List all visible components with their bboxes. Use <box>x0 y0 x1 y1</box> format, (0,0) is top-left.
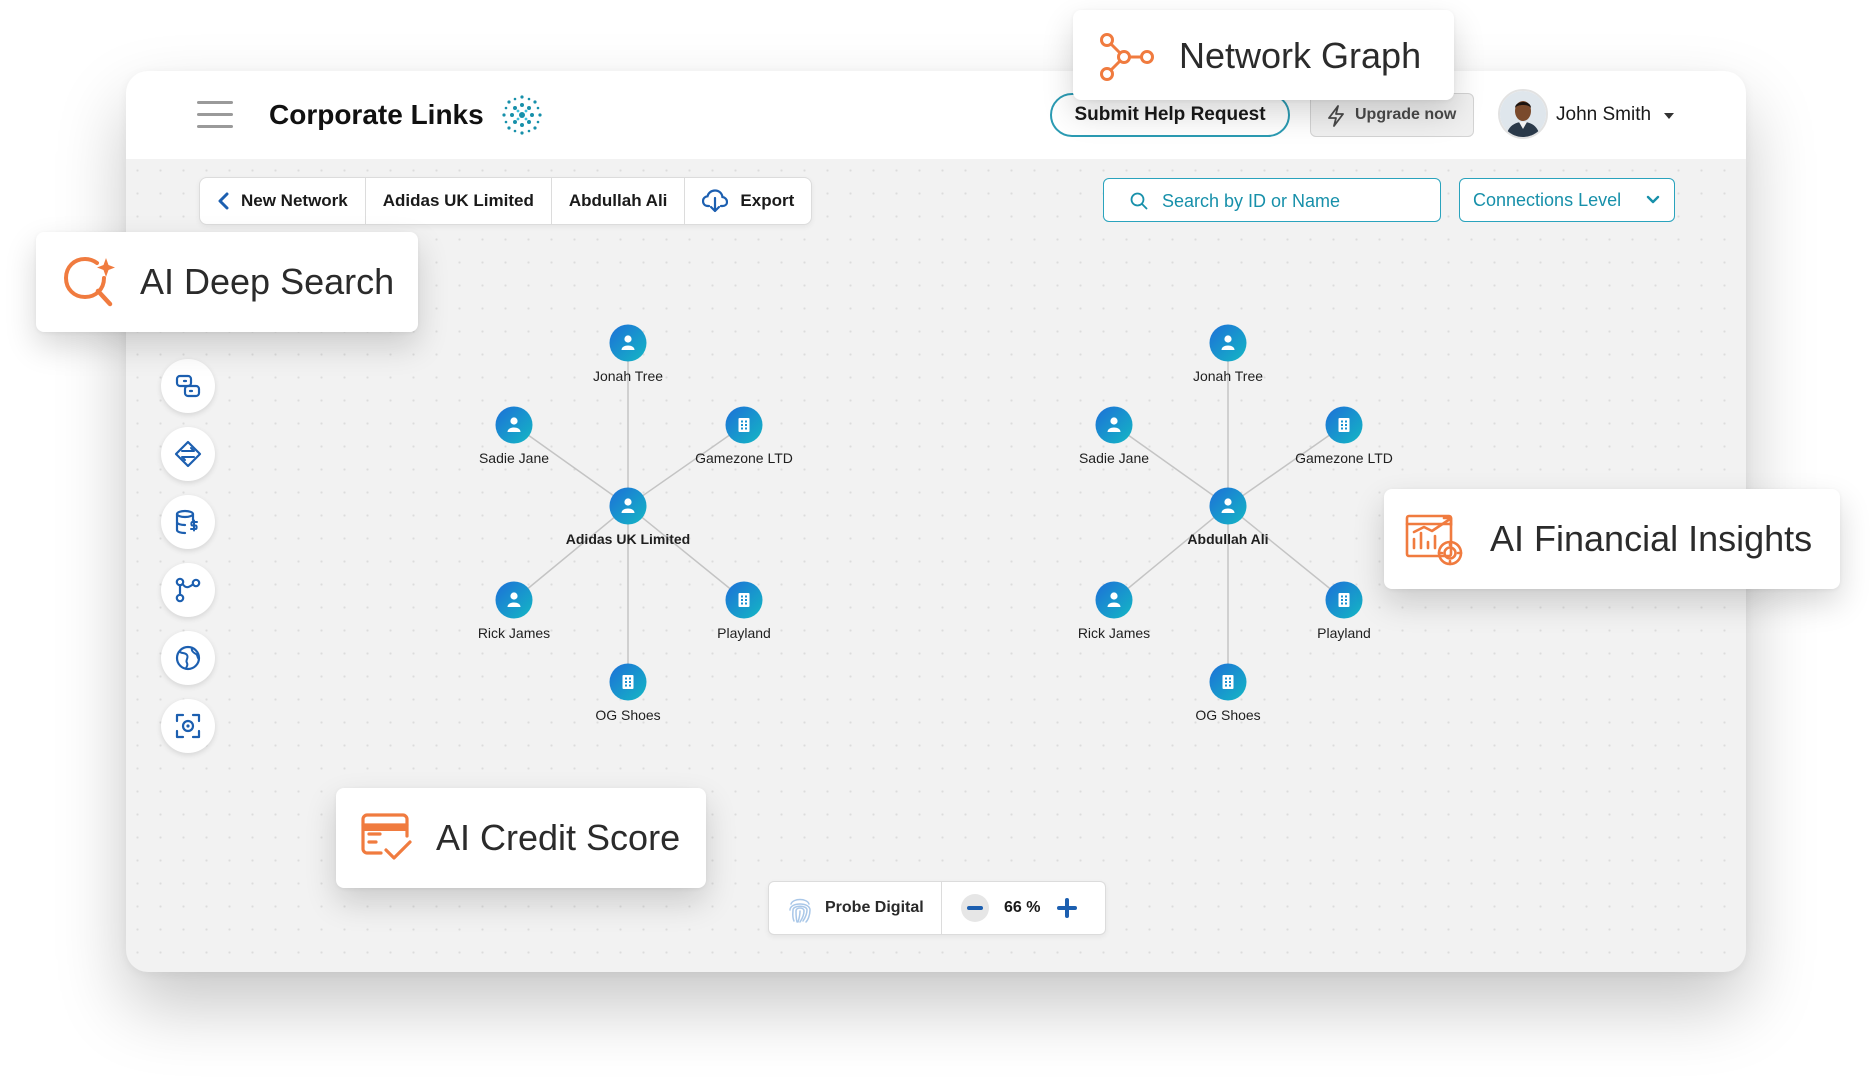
node-rick-james[interactable]: Rick James <box>478 581 550 642</box>
building-icon <box>738 593 750 607</box>
zoom-controls: Probe Digital 66 % <box>768 881 1106 935</box>
node-label: OG Shoes <box>1195 707 1260 723</box>
edge <box>513 505 629 601</box>
zoom-out-button[interactable] <box>961 894 989 922</box>
financial-insights-icon <box>1405 514 1463 566</box>
node-gamezone-ltd[interactable]: Gamezone LTD <box>695 406 793 467</box>
node-label: Gamezone LTD <box>1295 450 1393 466</box>
node-sadie-jane[interactable]: Sadie Jane <box>1079 406 1149 467</box>
building-icon <box>1338 593 1350 607</box>
node-og-shoes[interactable]: OG Shoes <box>1195 663 1261 724</box>
ai-credit-score-label: AI Credit Score <box>436 817 681 858</box>
node-circle <box>609 324 647 362</box>
node-label: Adidas UK Limited <box>566 531 690 547</box>
node-label: Abdullah Ali <box>1187 531 1268 547</box>
probe-digital-label: Probe Digital <box>825 899 924 916</box>
edge <box>1113 505 1229 601</box>
node-circle <box>1095 406 1133 444</box>
node-label: Playland <box>717 625 771 641</box>
center-node-adidas-uk-limited[interactable]: Adidas UK Limited <box>566 487 690 548</box>
building-icon <box>1222 675 1234 689</box>
building-icon <box>622 675 634 689</box>
node-playland[interactable]: Playland <box>717 581 771 642</box>
network-graph-label: Network Graph <box>1179 35 1422 76</box>
node-label: Playland <box>1317 625 1371 641</box>
node-label: Rick James <box>1078 625 1150 641</box>
node-circle <box>609 487 647 525</box>
feature-card-ai-financial-insights: AI Financial Insights <box>1384 489 1840 589</box>
node-og-shoes[interactable]: OG Shoes <box>595 663 661 724</box>
building-icon <box>738 418 750 432</box>
network-graph-icon <box>1100 33 1154 81</box>
credit-card-check-icon <box>361 813 412 860</box>
node-label: Jonah Tree <box>1193 368 1263 384</box>
feature-card-ai-deep-search: AI Deep Search <box>36 232 418 332</box>
node-label: Sadie Jane <box>479 450 549 466</box>
edge <box>627 505 745 601</box>
node-jonah-tree[interactable]: Jonah Tree <box>1193 324 1263 385</box>
feature-card-ai-credit-score: AI Credit Score <box>336 788 706 888</box>
building-icon <box>1338 418 1350 432</box>
node-playland[interactable]: Playland <box>1317 581 1371 642</box>
node-sadie-jane[interactable]: Sadie Jane <box>479 406 549 467</box>
node-circle <box>1209 324 1247 362</box>
center-node-abdullah-ali[interactable]: Abdullah Ali <box>1187 487 1269 548</box>
node-label: Gamezone LTD <box>695 450 793 466</box>
node-label: Rick James <box>478 625 550 641</box>
node-label: OG Shoes <box>595 707 660 723</box>
ai-deep-search-label: AI Deep Search <box>140 261 395 302</box>
zoom-in-button[interactable] <box>1053 894 1081 922</box>
zoom-level: 66 % <box>1004 899 1041 916</box>
node-circle <box>495 581 533 619</box>
edge <box>1227 505 1345 601</box>
ai-search-icon <box>63 256 115 307</box>
node-rick-james[interactable]: Rick James <box>1078 581 1150 642</box>
divider <box>941 882 942 934</box>
node-label: Sadie Jane <box>1079 450 1149 466</box>
feature-card-network-graph: Network Graph <box>1073 10 1454 100</box>
node-circle <box>1209 487 1247 525</box>
node-circle <box>1095 581 1133 619</box>
node-label: Jonah Tree <box>593 368 663 384</box>
fingerprint-icon <box>789 898 811 923</box>
node-jonah-tree[interactable]: Jonah Tree <box>593 324 663 385</box>
node-gamezone-ltd[interactable]: Gamezone LTD <box>1295 406 1393 467</box>
node-circle <box>495 406 533 444</box>
ai-financial-insights-label: AI Financial Insights <box>1490 518 1813 559</box>
